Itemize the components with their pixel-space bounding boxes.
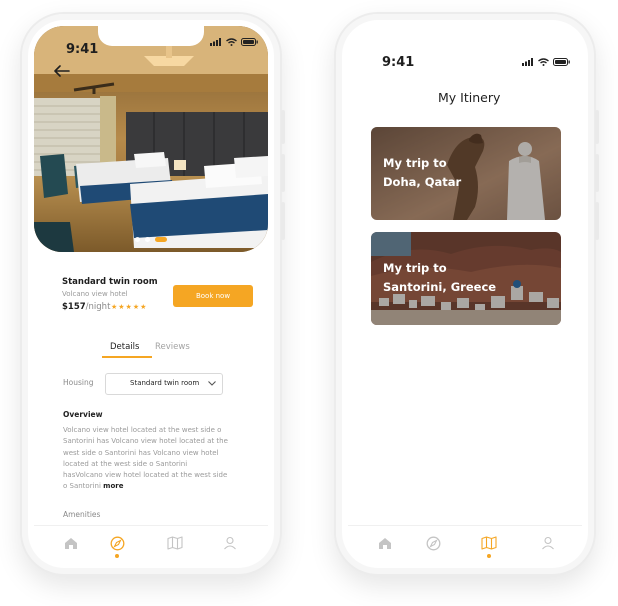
nav-home[interactable] — [377, 535, 393, 551]
overview-line: o Santorini more — [63, 481, 253, 492]
nav-explore[interactable] — [109, 535, 125, 551]
housing-label: Housing — [63, 378, 94, 387]
map-icon — [167, 536, 183, 550]
battery-icon — [553, 58, 570, 66]
nav-home[interactable] — [63, 535, 79, 551]
phone-hotel-details: 9:41 Standard twin room Volcano view hot… — [20, 12, 285, 576]
nav-profile[interactable] — [540, 535, 556, 551]
carousel-dot[interactable] — [135, 237, 140, 242]
status-icons — [522, 58, 570, 66]
page-title: My Itinery — [438, 90, 501, 105]
nav-profile[interactable] — [222, 535, 238, 551]
status-bar: 9:41 — [348, 26, 582, 70]
trip-card-text: My trip to Doha, Qatar — [383, 154, 461, 192]
status-icons — [210, 38, 258, 46]
overview-line: Santorini has Volcano view hotel located… — [63, 437, 228, 446]
home-icon — [379, 537, 391, 549]
notch — [98, 26, 204, 46]
home-icon — [65, 537, 77, 549]
side-button — [595, 202, 599, 240]
chevron-down-icon — [208, 381, 216, 386]
price-value: $157 — [62, 302, 86, 312]
tab-details[interactable]: Details — [110, 342, 139, 352]
signal-icon — [210, 38, 221, 46]
trip-card-line2: Doha, Qatar — [383, 175, 462, 189]
bottom-nav — [34, 525, 268, 562]
overview-line: hasVolcano view hotel located at the wes… — [63, 471, 228, 480]
price-unit: /night — [85, 302, 111, 312]
side-button — [595, 110, 599, 144]
tab-reviews[interactable]: Reviews — [155, 342, 190, 352]
room-price: $157/night — [62, 302, 110, 312]
nav-active-dot — [487, 554, 491, 558]
overview-line: located at the west side o Santorini — [63, 459, 188, 468]
overview-line: Volcano view hotel located at the west s… — [63, 426, 222, 434]
trip-card-line1: My trip to — [383, 156, 447, 170]
battery-icon — [241, 38, 258, 46]
profile-icon — [542, 536, 554, 550]
status-time: 9:41 — [66, 42, 99, 57]
side-button — [595, 154, 599, 192]
map-icon — [481, 536, 497, 550]
hotel-room-photo[interactable]: 9:41 — [34, 26, 268, 252]
screen: 9:41 Standard twin room Volcano view hot… — [34, 26, 268, 562]
bottom-nav — [348, 525, 582, 562]
room-name: Standard twin room — [62, 277, 158, 287]
carousel-dot[interactable] — [145, 237, 150, 242]
phone-itinerary: 9:41 My Itinery My trip to Doha, Qatar M… — [334, 12, 599, 576]
compass-icon — [110, 536, 124, 550]
trip-card-doha[interactable]: My trip to Doha, Qatar — [371, 127, 561, 220]
trip-card-text: My trip to Santorini, Greece — [383, 259, 496, 297]
trip-card-santorini[interactable]: My trip to Santorini, Greece — [371, 232, 561, 325]
side-button — [281, 110, 285, 144]
nav-active-dot — [115, 554, 119, 558]
carousel-dot-active[interactable] — [155, 237, 167, 242]
overview-heading: Overview — [63, 410, 103, 419]
side-button — [281, 154, 285, 192]
carousel-dots[interactable] — [34, 237, 268, 242]
wifi-icon — [226, 38, 237, 46]
trip-card-line2: Santorini, Greece — [383, 280, 497, 294]
wifi-icon — [538, 58, 549, 66]
overview-last-line: o Santorini — [63, 482, 101, 491]
housing-select[interactable]: Standard twin room — [105, 373, 223, 395]
rating-stars: ★★★★★ — [111, 303, 148, 311]
signal-icon — [522, 58, 533, 66]
back-arrow-icon[interactable] — [54, 65, 70, 77]
book-now-button[interactable]: Book now — [173, 285, 253, 307]
compass-icon — [426, 536, 440, 550]
overview-text: Volcano view hotel located at the west s… — [63, 425, 253, 493]
nav-explore[interactable] — [425, 535, 441, 551]
side-button — [281, 202, 285, 240]
tab-active-indicator — [102, 356, 152, 358]
status-time: 9:41 — [382, 55, 415, 70]
profile-icon — [224, 536, 236, 550]
overview-line: west side o Santorini has Volcano view h… — [63, 448, 219, 457]
amenities-heading: Amenities — [63, 510, 101, 519]
read-more-link[interactable]: more — [103, 482, 123, 490]
housing-select-value: Standard twin room — [130, 379, 200, 387]
nav-map[interactable] — [481, 535, 497, 551]
screen: 9:41 My Itinery My trip to Doha, Qatar M… — [348, 26, 582, 562]
hotel-name: Volcano view hotel — [62, 290, 128, 298]
nav-map[interactable] — [167, 535, 183, 551]
trip-card-line1: My trip to — [383, 261, 447, 275]
